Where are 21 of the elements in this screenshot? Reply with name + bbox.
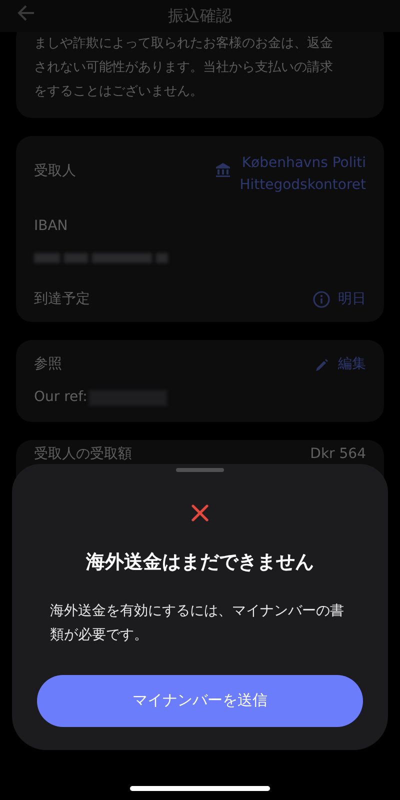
screen-title: 振込確認 xyxy=(168,5,232,27)
error-x-icon xyxy=(191,504,209,522)
edit-button[interactable]: 編集 xyxy=(316,354,366,375)
drag-handle[interactable] xyxy=(176,468,224,472)
bank-icon xyxy=(216,163,230,177)
reference-label: 参照 xyxy=(34,355,62,374)
received-label: 受取人の受取額 xyxy=(34,445,132,464)
reference-value: Our ref: xyxy=(34,388,88,407)
arrival-label: 到達予定 xyxy=(34,290,90,309)
iban-label: IBAN xyxy=(34,217,69,236)
pencil-icon xyxy=(316,358,328,370)
info-icon[interactable] xyxy=(313,291,330,308)
submit-button[interactable]: マイナンバーを送信 xyxy=(37,674,363,726)
sheet-title: 海外送金はまだできません xyxy=(86,550,314,575)
recipient-name: Københavns Politi Hittegodskontoret xyxy=(240,154,366,195)
sheet-message: 海外送金を有効にするには、マイナンバーの書類が必要です。 xyxy=(50,602,345,644)
recipient-label: 受取人 xyxy=(34,162,76,181)
received-amount: Dkr 564 xyxy=(310,445,366,464)
back-arrow-icon[interactable] xyxy=(16,4,36,22)
notice-text: ましや詐欺によって取られたお客様のお金は、返金 されない可能性があります。当社から支払いの請求 をすることはございません。 xyxy=(34,35,334,101)
arrival-value: 明日 xyxy=(338,290,366,309)
